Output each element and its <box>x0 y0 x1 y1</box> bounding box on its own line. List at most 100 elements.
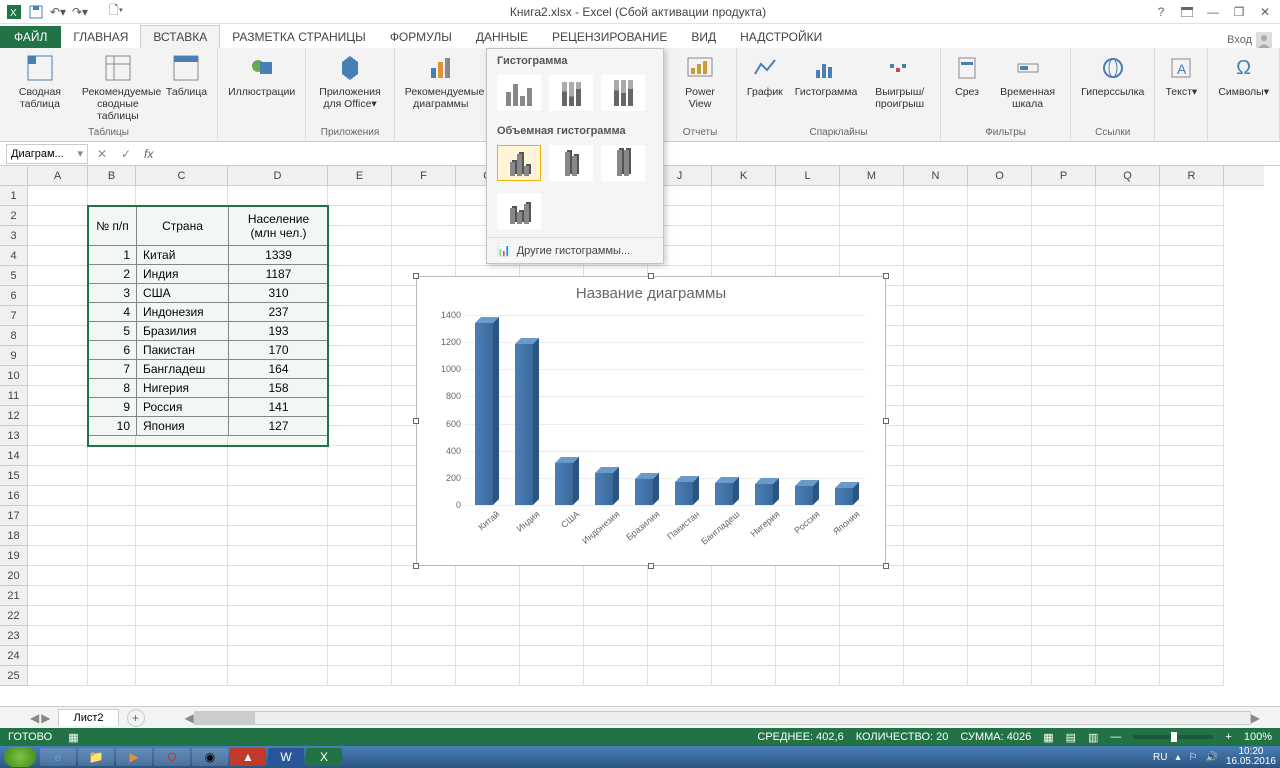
zoom-out-icon[interactable]: — <box>1110 731 1121 743</box>
name-box[interactable]: Диаграм...▾ <box>6 144 88 164</box>
chart-x-axis: КитайИндияСШАИндонезияБразилияПакистанБа… <box>465 509 865 559</box>
tab-insert[interactable]: ВСТАВКА <box>140 25 220 48</box>
tray-flag-icon[interactable]: ⚐ <box>1189 752 1198 763</box>
chart-plot-area <box>465 315 865 505</box>
view-pagebreak-icon[interactable]: ▥ <box>1088 731 1098 744</box>
timeline-button[interactable]: Временная шкала <box>991 50 1064 112</box>
chart-3d-column[interactable] <box>497 193 541 229</box>
sparkline-column-button[interactable]: Гистограмма <box>791 50 862 100</box>
recommended-charts-button[interactable]: Рекомендуемые диаграммы <box>401 50 481 112</box>
tab-view[interactable]: ВИД <box>679 26 728 48</box>
status-sum: СУММА: 4026 <box>960 731 1031 743</box>
more-column-charts-button[interactable]: 📊Другие гистограммы... <box>487 237 663 263</box>
taskbar-excel-icon[interactable]: X <box>306 748 342 766</box>
chart-stacked-column[interactable] <box>549 75 593 111</box>
save-icon[interactable] <box>26 2 46 22</box>
fx-icon[interactable]: fx <box>144 147 153 161</box>
sheet-nav-prev-icon[interactable]: ◀ <box>30 711 39 725</box>
tab-home[interactable]: ГЛАВНАЯ <box>61 26 140 48</box>
redo-icon[interactable]: ↷▾ <box>70 2 90 22</box>
taskbar-chrome-icon[interactable]: ◉ <box>192 748 228 766</box>
embedded-chart[interactable]: Название диаграммы 020040060080010001200… <box>416 276 886 566</box>
cancel-formula-icon[interactable]: ✕ <box>92 144 112 164</box>
dd-header-2d: Гистограмма <box>487 49 663 71</box>
qat-more-icon[interactable]: 🗋▾ <box>106 2 126 22</box>
group-sparklines-label: Спарклайны <box>743 125 934 141</box>
chart-clustered-column[interactable] <box>497 75 541 111</box>
zoom-slider[interactable] <box>1133 735 1213 739</box>
power-view-button[interactable]: Power View <box>670 50 730 112</box>
quick-access-toolbar: X ↶▾ ↷▾ 🗋▾ <box>4 2 126 22</box>
ribbon-body: Сводная таблица Рекомендуемые сводные та… <box>0 48 1280 142</box>
sheet-tab[interactable]: Лист2 <box>58 709 118 726</box>
group-reports-label: Отчеты <box>670 125 730 141</box>
system-tray[interactable]: RU ▴ ⚐ 🔊 10:20 16.05.2016 <box>1153 747 1276 767</box>
status-count: КОЛИЧЕСТВО: 20 <box>856 731 949 743</box>
tray-lang[interactable]: RU <box>1153 752 1167 763</box>
view-pagelayout-icon[interactable]: ▤ <box>1066 731 1076 744</box>
apps-button[interactable]: Приложения для Office▾ <box>312 50 388 112</box>
svg-text:A: A <box>1177 61 1187 77</box>
taskbar-word-icon[interactable]: W <box>268 748 304 766</box>
tab-addins[interactable]: НАДСТРОЙКИ <box>728 26 834 48</box>
taskbar-explorer-icon[interactable]: 📁 <box>78 748 114 766</box>
sheet-nav-next-icon[interactable]: ▶ <box>41 711 50 725</box>
tab-data[interactable]: ДАННЫЕ <box>464 26 540 48</box>
tab-review[interactable]: РЕЦЕНЗИРОВАНИЕ <box>540 26 679 48</box>
horizontal-scrollbar[interactable]: ◀ ▶ <box>185 711 1261 725</box>
zoom-in-icon[interactable]: + <box>1225 731 1231 743</box>
tray-show-hidden-icon[interactable]: ▴ <box>1175 752 1180 763</box>
file-tab[interactable]: ФАЙЛ <box>0 26 61 48</box>
windows-taskbar: e 📁 ▶ O ◉ ▲ W X RU ▴ ⚐ 🔊 10:20 16.05.201… <box>0 746 1280 768</box>
tray-volume-icon[interactable]: 🔊 <box>1205 752 1217 763</box>
ribbon-tabs: ФАЙЛ ГЛАВНАЯ ВСТАВКА РАЗМЕТКА СТРАНИЦЫ Ф… <box>0 24 1280 48</box>
sparkline-line-button[interactable]: График <box>743 50 787 100</box>
symbols-button[interactable]: ΩСимволы▾ <box>1214 50 1273 100</box>
group-tables-label: Таблицы <box>6 125 211 141</box>
slicer-button[interactable]: Срез <box>947 50 987 100</box>
view-normal-icon[interactable]: ▦ <box>1043 731 1053 744</box>
taskbar-pdf-icon[interactable]: ▲ <box>230 748 266 766</box>
tab-pagelayout[interactable]: РАЗМЕТКА СТРАНИЦЫ <box>220 26 378 48</box>
help-icon[interactable]: ? <box>1150 2 1172 22</box>
maximize-icon[interactable]: ❐ <box>1228 2 1250 22</box>
group-links-label: Ссылки <box>1077 125 1148 141</box>
chart-3d-100-stacked-column[interactable] <box>601 145 645 181</box>
illustrations-button[interactable]: Иллюстрации <box>224 50 299 100</box>
row-headers[interactable]: 1234567891011121314151617181920212223242… <box>0 186 28 686</box>
undo-icon[interactable]: ↶▾ <box>48 2 68 22</box>
ribbon-display-icon[interactable] <box>1176 2 1198 22</box>
chart-3d-clustered-column[interactable] <box>497 145 541 181</box>
chart-y-axis: 0200400600800100012001400 <box>433 315 463 505</box>
zoom-level[interactable]: 100% <box>1244 731 1272 743</box>
sparkline-winloss-button[interactable]: Выигрыш/проигрыш <box>865 50 934 112</box>
dd-header-3d: Объемная гистограмма <box>487 119 663 141</box>
histogram-icon: 📊 <box>497 244 511 257</box>
taskbar-media-icon[interactable]: ▶ <box>116 748 152 766</box>
login-link[interactable]: Вход <box>1227 32 1272 48</box>
chart-3d-stacked-column[interactable] <box>549 145 593 181</box>
close-icon[interactable]: ✕ <box>1254 2 1276 22</box>
macro-record-icon[interactable]: ▦ <box>68 731 78 744</box>
minimize-icon[interactable]: — <box>1202 2 1224 22</box>
add-sheet-button[interactable]: + <box>127 709 145 727</box>
chart-title[interactable]: Название диаграммы <box>417 277 885 306</box>
formula-input[interactable] <box>157 144 1274 164</box>
text-button[interactable]: AТекст▾ <box>1161 50 1201 100</box>
status-bar: ГОТОВО ▦ СРЕДНЕЕ: 402,6 КОЛИЧЕСТВО: 20 С… <box>0 728 1280 746</box>
start-button[interactable] <box>4 747 36 767</box>
select-all-corner[interactable] <box>0 166 28 186</box>
tray-date[interactable]: 16.05.2016 <box>1226 757 1276 767</box>
taskbar-ie-icon[interactable]: e <box>40 748 76 766</box>
sheet-tab-bar: ◀ ▶ Лист2 + ◀ ▶ <box>0 706 1280 728</box>
tab-formulas[interactable]: ФОРМУЛЫ <box>378 26 464 48</box>
chart-100-stacked-column[interactable] <box>601 75 645 111</box>
recommended-pivot-button[interactable]: Рекомендуемые сводные таблицы <box>78 50 158 124</box>
taskbar-opera-icon[interactable]: O <box>154 748 190 766</box>
svg-text:X: X <box>10 8 17 19</box>
enter-formula-icon[interactable]: ✓ <box>116 144 136 164</box>
table-button[interactable]: Таблица <box>162 50 211 100</box>
hyperlink-button[interactable]: Гиперссылка <box>1077 50 1148 100</box>
title-bar: X ↶▾ ↷▾ 🗋▾ Книга2.xlsx - Excel (Сбой акт… <box>0 0 1280 24</box>
pivot-table-button[interactable]: Сводная таблица <box>6 50 74 112</box>
